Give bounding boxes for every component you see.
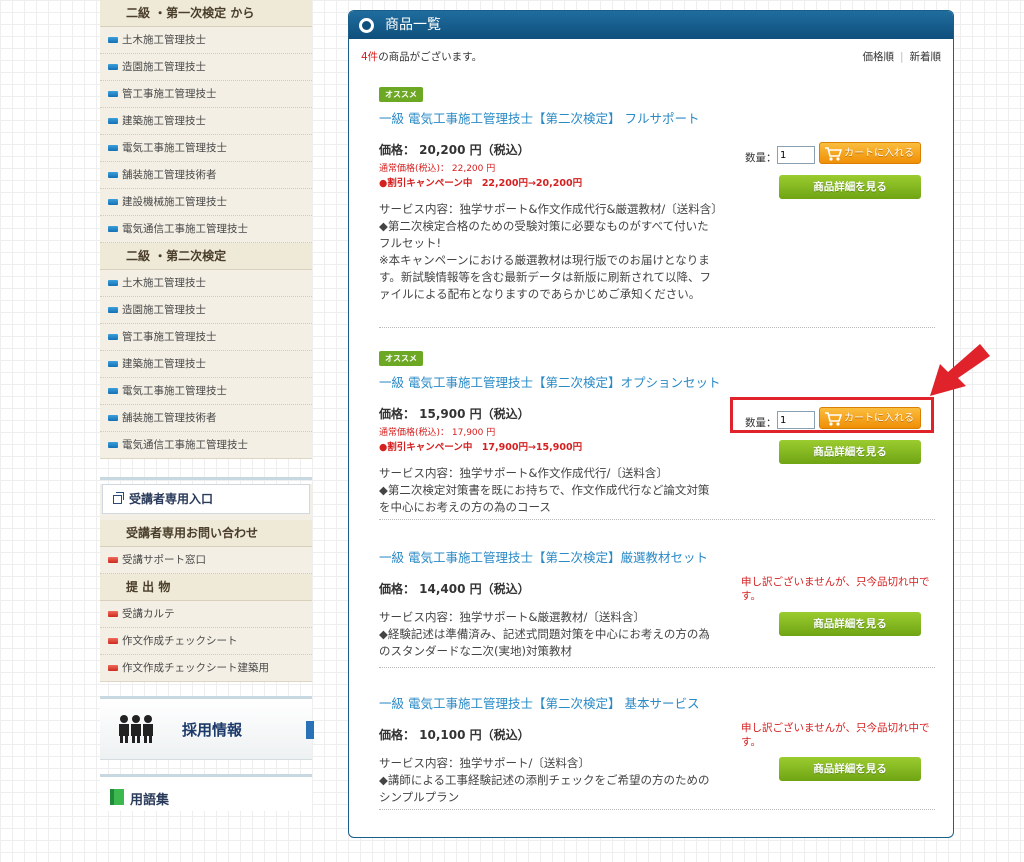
recruit-banner[interactable]: 採用情報 xyxy=(100,696,314,760)
bullet-icon xyxy=(108,118,118,124)
soldout-message: 申し訳ございませんが、只今品切れ中です。 xyxy=(741,722,930,748)
bullet-icon xyxy=(108,415,118,421)
sidebar-item-telecom-2[interactable]: 電気通信工事施工管理技士 xyxy=(100,432,312,458)
product-title-link[interactable]: 一級 電気工事施工管理技士【第二次検定】 基本サービス xyxy=(379,693,935,712)
product-detail-button[interactable]: 商品詳細を見る xyxy=(779,757,921,781)
product-title-link[interactable]: 一級 電気工事施工管理技士【第二次検定】オプションセット xyxy=(379,372,935,391)
sidebar-item-electrical-2[interactable]: 電気工事施工管理技士 xyxy=(100,378,312,405)
product-list-panel: 商品一覧 4件の商品がございます。 価格順 | 新着順 オススメ 一級 電気工事施工… xyxy=(348,10,954,838)
product-item: 一級 電気工事施工管理技士【第二次検定】厳選教材セット 価格： 14,400 円… xyxy=(379,541,935,668)
add-to-cart-button[interactable]: カートに入れる xyxy=(819,142,921,164)
bullet-icon xyxy=(108,388,118,394)
soldout-message: 申し訳ございませんが、只今品切れ中です。 xyxy=(741,576,930,602)
sort-options: 価格順 | 新着順 xyxy=(862,51,942,63)
product-count: 4件の商品がございます。 xyxy=(361,51,483,63)
sidebar-item-pipe[interactable]: 管工事施工管理技士 xyxy=(100,81,312,108)
bullet-icon xyxy=(108,334,118,340)
sidebar-item-paving-2[interactable]: 舗装施工管理技術者 xyxy=(100,405,312,432)
bullet-icon xyxy=(108,665,118,671)
product-detail-button[interactable]: 商品詳細を見る xyxy=(779,612,921,636)
bullet-icon xyxy=(108,145,118,151)
product-title-link[interactable]: 一級 電気工事施工管理技士【第二次検定】 フルサポート xyxy=(379,108,935,127)
bullet-icon xyxy=(108,172,118,178)
bullet-icon xyxy=(108,557,118,563)
sidebar-item-telecom[interactable]: 電気通信工事施工管理技士 xyxy=(100,216,312,243)
bullet-icon xyxy=(108,64,118,70)
quantity-label: 数量： xyxy=(745,417,777,429)
recommend-badge: オススメ xyxy=(379,351,423,366)
sidebar-item-machinery[interactable]: 建設機械施工管理技士 xyxy=(100,189,312,216)
sidebar-item-electrical[interactable]: 電気工事施工管理技士 xyxy=(100,135,312,162)
bullet-icon xyxy=(108,91,118,97)
bullet-icon xyxy=(108,226,118,232)
product-detail-button[interactable]: 商品詳細を見る xyxy=(779,175,921,199)
glossary-banner[interactable]: 用語集 xyxy=(100,774,312,811)
product-detail-button[interactable]: 商品詳細を見る xyxy=(779,440,921,464)
product-item: オススメ 一級 電気工事施工管理技士【第二次検定】 フルサポート 価格： 20,… xyxy=(379,87,935,328)
sidebar-heading-second-exam: 二級 ・第二次検定 xyxy=(100,243,312,270)
recruit-label: 採用情報 xyxy=(182,721,243,739)
circle-icon xyxy=(359,18,374,33)
quantity-input[interactable] xyxy=(777,146,815,164)
book-icon xyxy=(110,789,124,805)
arrow-tab-icon xyxy=(306,721,314,739)
sidebar-item-civil-2[interactable]: 土木施工管理技士 xyxy=(100,270,312,297)
sidebar-item-building-2[interactable]: 建築施工管理技士 xyxy=(100,351,312,378)
product-item: オススメ 一級 電気工事施工管理技士【第二次検定】オプションセット 価格： 15… xyxy=(379,351,935,520)
people-icon xyxy=(119,715,153,743)
bullet-icon xyxy=(108,361,118,367)
sidebar-item-support[interactable]: 受講サポート窓口 xyxy=(100,547,312,574)
glossary-label: 用語集 xyxy=(130,793,170,808)
sort-by-price-link[interactable]: 価格順 xyxy=(862,51,894,63)
cart-icon xyxy=(825,412,842,426)
sidebar-item-landscape-2[interactable]: 造園施工管理技士 xyxy=(100,297,312,324)
product-title-link[interactable]: 一級 電気工事施工管理技士【第二次検定】厳選教材セット xyxy=(379,547,935,566)
product-description: サービス内容：独学サポート&厳選教材/〔送料含〕 ◆経験記述は準備済み、記述式問… xyxy=(379,610,710,658)
sidebar-student-section: 受講者専用入口 受講者専用お問い合わせ 受講サポート窓口 提 出 物 受講カルテ… xyxy=(100,484,312,682)
sidebar-item-building[interactable]: 建築施工管理技士 xyxy=(100,108,312,135)
product-description: サービス内容：独学サポート/〔送料含〕 ◆講師による工事経験記述の添削チェックを… xyxy=(379,756,710,804)
product-description: サービス内容：独学サポート&作文作成代行&厳選教材/〔送料含〕 ◆第二次検定合格… xyxy=(379,202,723,301)
bullet-icon xyxy=(108,280,118,286)
sidebar: 二級 ・第一次検定 から 土木施工管理技士 造園施工管理技士 管工事施工管理技士… xyxy=(100,0,314,811)
recommend-badge: オススメ xyxy=(379,87,423,102)
panel-header: 商品一覧 xyxy=(349,11,953,39)
product-item: 一級 電気工事施工管理技士【第二次検定】 基本サービス 価格： 10,100 円… xyxy=(379,687,935,810)
bullet-icon xyxy=(108,611,118,617)
bullet-icon xyxy=(108,37,118,43)
sidebar-item-civil[interactable]: 土木施工管理技士 xyxy=(100,27,312,54)
sidebar-item-pipe-2[interactable]: 管工事施工管理技士 xyxy=(100,324,312,351)
list-bar: 4件の商品がございます。 価格順 | 新着順 xyxy=(349,39,953,63)
sort-by-new-link[interactable]: 新着順 xyxy=(910,51,942,63)
quantity-label: 数量： xyxy=(745,152,777,164)
quantity-input[interactable] xyxy=(777,411,815,429)
add-to-cart-button[interactable]: カートに入れる xyxy=(819,407,921,429)
bullet-icon xyxy=(108,199,118,205)
bullet-icon xyxy=(108,442,118,448)
sidebar-item-karte[interactable]: 受講カルテ xyxy=(100,601,312,628)
product-description: サービス内容：独学サポート&作文作成代行/〔送料含〕 ◆第二次検定対策書を既にお… xyxy=(379,466,710,514)
window-icon xyxy=(113,492,124,504)
sidebar-item-checksheet-building[interactable]: 作文作成チェックシート建築用 xyxy=(100,655,312,681)
sidebar-item-landscape[interactable]: 造園施工管理技士 xyxy=(100,54,312,81)
bullet-icon xyxy=(108,638,118,644)
cart-icon xyxy=(825,147,842,161)
sidebar-item-paving[interactable]: 舗装施工管理技術者 xyxy=(100,162,312,189)
sidebar-heading-inquiry: 受講者専用お問い合わせ xyxy=(100,520,312,547)
sidebar-heading-first-exam: 二級 ・第一次検定 から xyxy=(100,0,312,27)
sidebar-item-checksheet[interactable]: 作文作成チェックシート xyxy=(100,628,312,655)
student-entry-button[interactable]: 受講者専用入口 xyxy=(102,484,310,514)
sidebar-section-first-exam: 二級 ・第一次検定 から 土木施工管理技士 造園施工管理技士 管工事施工管理技士… xyxy=(100,0,312,459)
bullet-icon xyxy=(108,307,118,313)
sidebar-heading-submission: 提 出 物 xyxy=(100,574,312,601)
panel-title: 商品一覧 xyxy=(385,17,441,33)
